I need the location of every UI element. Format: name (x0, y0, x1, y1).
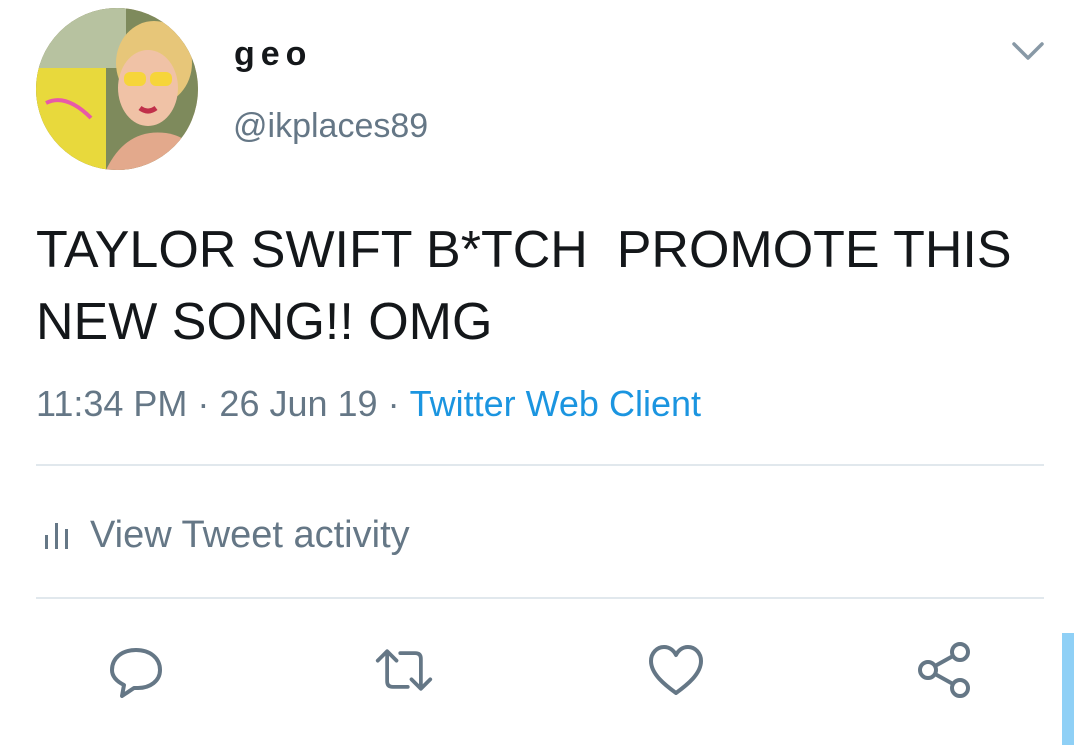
share-nodes-icon (918, 642, 970, 698)
user-handle[interactable]: @ikplaces89 (233, 104, 428, 148)
retweet-button[interactable] (374, 640, 434, 700)
tweet-meta: 11:34 PM · 26 Jun 19 · Twitter Web Client (36, 380, 701, 428)
tweet-text: TAYLOR SWIFT B*TCH PROMOTE THIS NEW SONG… (36, 221, 1027, 351)
avatar-image (36, 8, 198, 170)
meta-separator: · (387, 383, 400, 424)
tweet-date[interactable]: 26 Jun 19 (219, 383, 377, 424)
meta-separator: · (197, 383, 210, 424)
chevron-down-icon (1012, 42, 1044, 60)
retweet-arrows-icon (375, 649, 433, 691)
reply-button[interactable] (106, 640, 166, 700)
share-button[interactable] (914, 640, 974, 700)
view-tweet-activity-link[interactable]: View Tweet activity (44, 510, 410, 560)
display-name[interactable]: geo (234, 32, 312, 76)
avatar[interactable] (36, 8, 198, 170)
divider (36, 597, 1044, 599)
view-tweet-activity-label: View Tweet activity (90, 514, 410, 556)
scrollbar-thumb[interactable] (1062, 633, 1074, 745)
heart-icon (649, 645, 703, 695)
speech-bubble-icon (110, 648, 162, 698)
bar-chart-icon (45, 523, 68, 549)
like-button[interactable] (646, 640, 706, 700)
tweet-time[interactable]: 11:34 PM (36, 383, 187, 424)
more-options-button[interactable] (1008, 36, 1048, 66)
divider (36, 464, 1044, 466)
tweet-source-link[interactable]: Twitter Web Client (410, 383, 701, 424)
